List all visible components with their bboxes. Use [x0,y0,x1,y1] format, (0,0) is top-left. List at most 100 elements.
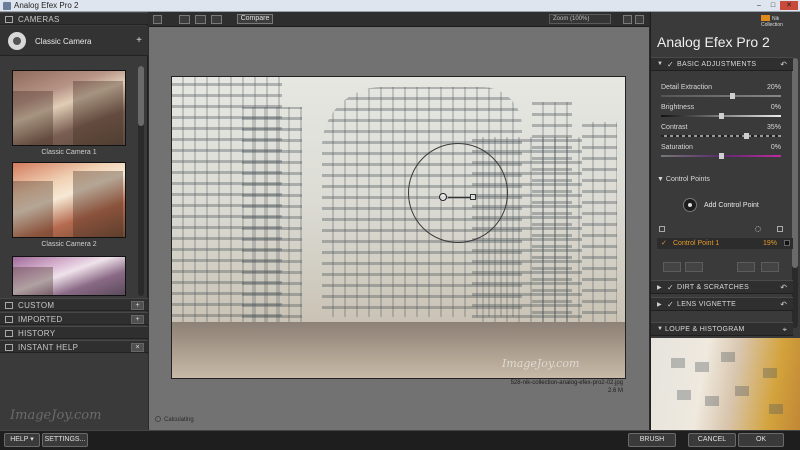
duplicate-button[interactable] [737,262,755,272]
window-title-bar: Analog Efex Pro 2 – □ ✕ [0,0,800,12]
window-title: Analog Efex Pro 2 [14,1,79,10]
imported-section-header[interactable]: IMPORTED + [0,312,148,325]
brightness-slider[interactable]: Brightness 0% [661,104,781,124]
spinner-icon [155,416,161,422]
toggle-left-panel-button[interactable] [153,15,162,24]
mask-icon[interactable] [755,226,761,232]
control-point-checkbox[interactable]: ✓ [661,239,667,247]
control-point-handle[interactable] [439,193,447,201]
zoom-select[interactable]: Zoom (100%) [549,14,611,24]
photo-preview[interactable]: ImageJoy.com [171,76,626,379]
preset-thumbnail-image[interactable] [12,162,126,238]
split-view-button[interactable] [195,15,206,24]
brush-button[interactable]: BRUSH [628,433,676,447]
control-point-tools [659,262,793,274]
checkbox-icon[interactable]: ✓ [667,300,674,309]
control-point-mask-toggle[interactable] [784,240,790,246]
slider-knob[interactable] [743,133,749,139]
slider-knob[interactable] [730,93,735,99]
loupe-histogram-label: LOUPE & HISTOGRAM [665,326,745,333]
control-point-name: Control Point 1 [673,240,720,247]
saturation-slider[interactable]: Saturation 0% [661,144,781,164]
cancel-button[interactable]: CANCEL [688,433,736,447]
collapse-arrow-icon: ▼ [657,176,664,183]
camera-icon [8,32,26,50]
preset-thumbnail-item[interactable]: Classic Camera 1 [12,70,126,156]
camera-preset-row[interactable]: Classic Camera + [0,26,148,56]
compare-button[interactable]: Compare [237,14,273,24]
slider-track[interactable] [661,95,781,97]
checkbox-icon[interactable]: ✓ [667,60,674,69]
maximize-button[interactable]: □ [766,1,780,10]
reset-icon[interactable]: ↶ [780,300,787,309]
preset-thumbnail-item[interactable]: Classic Camera 2 [12,162,126,248]
imported-add-button[interactable]: + [131,315,144,324]
loupe-preview[interactable] [651,338,800,430]
bottom-bar: HELP ▾ SETTINGS... BRUSH CANCEL OK [0,430,800,450]
reset-icon[interactable]: ↶ [780,283,787,292]
cameras-section-header[interactable]: CAMERAS [0,12,148,25]
pin-icon[interactable]: ⌖ [782,325,787,335]
slider-label: Contrast [661,124,688,131]
preview-area: Compare Zoom (100%) ImageJoy.com 528-nik… [149,12,649,430]
control-point-size-handle[interactable] [470,194,476,200]
add-control-point-icon[interactable] [683,198,697,212]
reset-icon[interactable]: ↶ [780,60,787,69]
single-view-button[interactable] [179,15,190,24]
app-icon [3,2,11,10]
history-section-header[interactable]: HISTORY [0,326,148,339]
cameras-icon [5,16,13,23]
loupe-histogram-section-header[interactable]: ▼ LOUPE & HISTOGRAM ⌖ [651,322,793,336]
instant-help-label: INSTANT HELP [18,343,79,352]
basic-adjustments-section-header[interactable]: ▼ ✓ BASIC ADJUSTMENTS ↶ [651,57,793,71]
collapse-arrow-icon: ▼ [657,61,663,67]
slider-value: 20% [766,84,781,91]
lens-vignette-section-header[interactable]: ▶ ✓ LENS VIGNETTE ↶ [651,297,793,311]
preset-thumbnail-image[interactable] [12,256,126,296]
preset-thumbnail-caption: Classic Camera 2 [41,241,97,248]
detail-extraction-slider[interactable]: Detail Extraction 20% [661,84,781,104]
preview-toolbar: Compare Zoom (100%) [149,12,649,27]
control-point-row[interactable]: ✓ Control Point 1 19% [657,238,793,249]
slider-value: 35% [766,124,781,131]
custom-section-header[interactable]: CUSTOM + [0,298,148,311]
background-light-button[interactable] [623,15,632,24]
history-icon [5,330,13,337]
instant-help-section-header[interactable]: INSTANT HELP × [0,340,148,353]
help-button[interactable]: HELP ▾ [4,433,40,447]
file-name: 528-nik-collection-analog-efex-pro2-02.j… [510,380,623,386]
slider-knob[interactable] [718,153,724,159]
add-control-point-button[interactable]: Add Control Point [704,202,759,209]
preset-thumbnail-caption: Classic Camera 1 [41,149,97,156]
add-preset-button[interactable]: + [136,35,142,46]
control-points-header[interactable]: ▼ Control Points [657,176,710,183]
contrast-slider[interactable]: Contrast 35% [661,124,781,144]
instant-help-close-button[interactable]: × [131,343,144,352]
move-down-button[interactable] [685,262,703,272]
thumbnails-scrollbar[interactable] [138,66,144,296]
settings-button[interactable]: SETTINGS... [42,433,88,447]
visibility-icon[interactable] [777,226,783,232]
control-point-list-header [659,226,793,236]
preset-thumbnail-image[interactable] [12,70,126,146]
custom-add-button[interactable]: + [131,301,144,310]
dirt-scratches-section-header[interactable]: ▶ ✓ DIRT & SCRATCHES ↶ [651,280,793,294]
close-button[interactable]: ✕ [780,1,798,10]
imported-icon [5,316,13,323]
background-dark-button[interactable] [635,15,644,24]
watermark-text: ImageJoy.com [10,408,102,423]
slider-track[interactable] [661,135,781,137]
control-point-radius-circle[interactable] [408,143,508,243]
preset-thumbnail-item[interactable] [12,256,126,296]
minimize-button[interactable]: – [752,1,766,10]
side-by-side-view-button[interactable] [211,15,222,24]
slider-knob[interactable] [718,113,724,119]
camera-preset-name: Classic Camera [35,37,92,46]
slider-label: Saturation [661,144,693,151]
checkbox-icon[interactable]: ✓ [667,283,674,292]
help-icon [5,344,13,351]
right-panel: Nik Collection Analog Efex Pro 2 ▼ ✓ BAS… [650,12,800,430]
delete-button[interactable] [761,262,779,272]
ok-button[interactable]: OK [738,433,784,447]
move-up-button[interactable] [663,262,681,272]
